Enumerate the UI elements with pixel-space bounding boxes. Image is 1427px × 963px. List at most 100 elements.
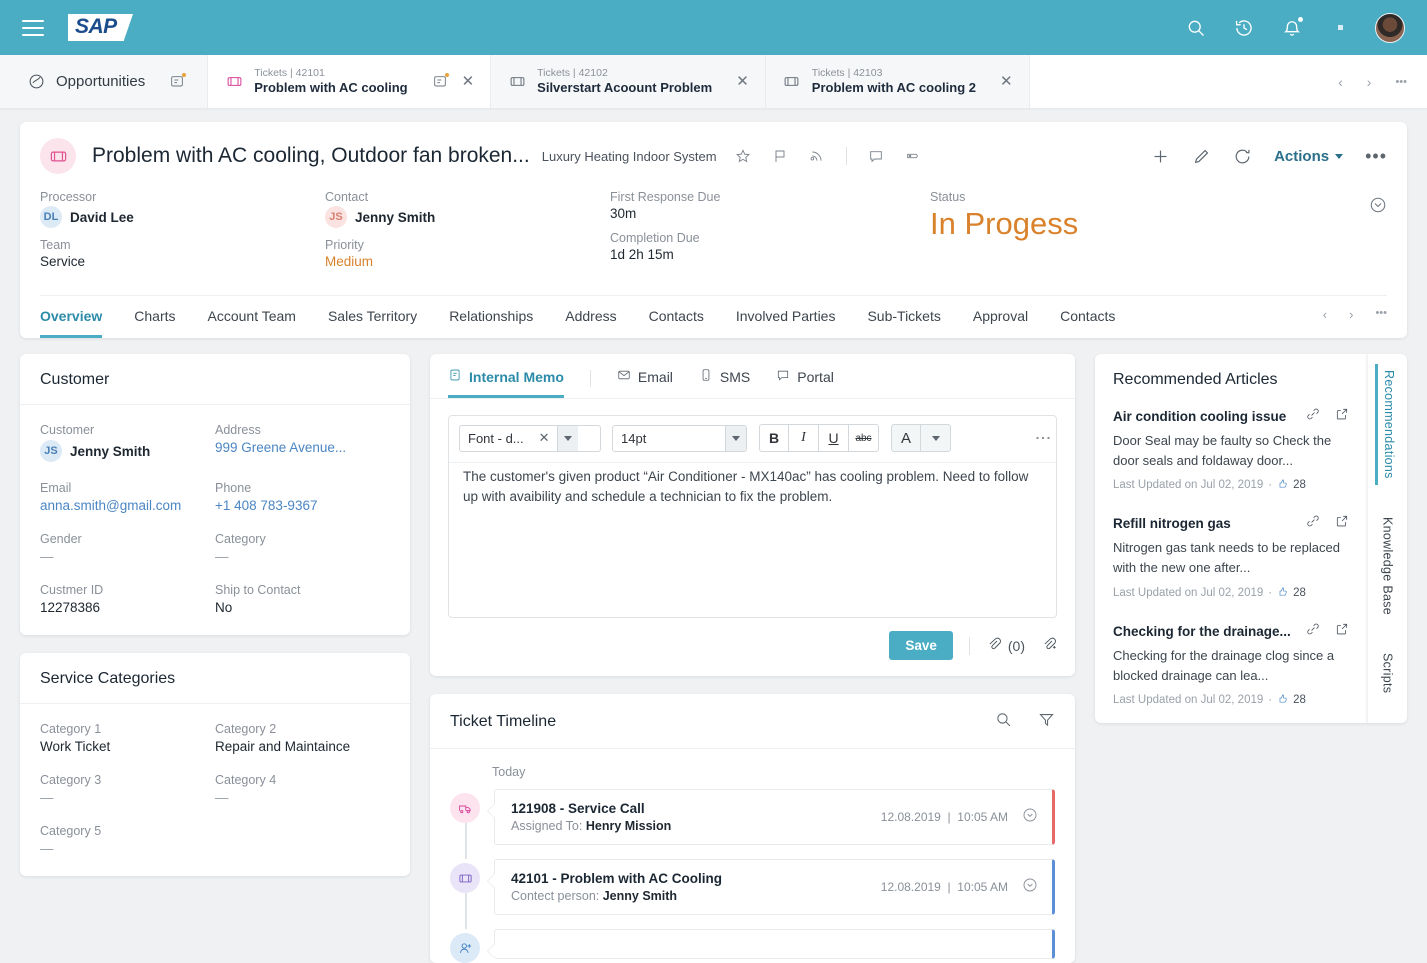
rail-tab-recommendations[interactable]: Recommendations (1375, 364, 1400, 485)
timeline-card-entry[interactable] (494, 929, 1055, 959)
edit-pencil-button[interactable] (1192, 147, 1211, 166)
rail-tab-scripts[interactable]: Scripts (1377, 647, 1399, 699)
timeline-connector (465, 823, 467, 859)
expand-chevron-icon[interactable] (1022, 877, 1038, 898)
tab-approval[interactable]: Approval (973, 296, 1028, 338)
tab-close-icon[interactable]: ✕ (462, 74, 475, 89)
tab-close-icon[interactable]: ✕ (1000, 74, 1013, 89)
clear-font-icon[interactable]: ✕ (532, 430, 557, 446)
menu-hamburger-icon[interactable] (22, 19, 44, 36)
app-top-bar: SAP (0, 0, 1427, 55)
tab-internal-memo[interactable]: Internal Memo (448, 368, 564, 398)
tab-address[interactable]: Address (565, 296, 616, 338)
tab-label: SMS (719, 368, 751, 385)
tabstrip-more-icon[interactable]: ••• (1395, 76, 1407, 88)
field-value[interactable]: anna.smith@gmail.com (40, 498, 215, 513)
search-icon[interactable] (1183, 15, 1209, 41)
open-external-icon[interactable] (1335, 514, 1349, 533)
field-value: — (40, 549, 54, 564)
tab-portal[interactable]: Portal (776, 368, 834, 398)
open-external-icon[interactable] (1335, 622, 1349, 641)
bold-button[interactable]: B (759, 424, 789, 452)
attachments-count[interactable]: (0) (986, 636, 1025, 655)
tab-note-icon[interactable] (169, 72, 187, 90)
save-button[interactable]: Save (889, 631, 953, 660)
tab-relationships[interactable]: Relationships (449, 296, 533, 338)
tabstrip-next-icon[interactable]: › (1367, 74, 1372, 90)
add-button[interactable] (1151, 147, 1170, 166)
font-family-value: Font - d... (468, 430, 524, 446)
tab-contacts[interactable]: Contacts (649, 296, 704, 338)
actions-menu-button[interactable]: Actions (1274, 148, 1344, 165)
text-color-button[interactable]: A (891, 424, 921, 452)
underline-button[interactable]: U (819, 424, 849, 452)
search-icon[interactable] (995, 711, 1012, 733)
tab-sub-tickets[interactable]: Sub-Tickets (867, 296, 940, 338)
tab-ticket-42102[interactable]: Tickets | 42102 Silverstart Acoount Prob… (491, 55, 766, 108)
rail-tab-knowledge-base[interactable]: Knowledge Base (1377, 511, 1399, 621)
link-icon[interactable] (1306, 407, 1320, 426)
timeline-title: 42101 - Problem with AC Cooling (511, 871, 723, 886)
tab-account-team[interactable]: Account Team (208, 296, 296, 338)
like-icon[interactable] (1277, 586, 1288, 600)
filter-icon[interactable] (1038, 711, 1055, 733)
collapse-header-icon[interactable] (1369, 196, 1387, 219)
tab-label: Opportunities (56, 73, 146, 90)
tab-sales-territory[interactable]: Sales Territory (328, 296, 417, 338)
chevron-down-icon[interactable] (725, 425, 746, 451)
history-icon[interactable] (1231, 15, 1257, 41)
nav-prev-icon[interactable]: ‹ (1323, 307, 1327, 322)
strikethrough-button[interactable]: abc (849, 424, 879, 452)
tab-note-icon[interactable] (432, 72, 449, 90)
tab-email[interactable]: Email (617, 368, 673, 398)
tabstrip-prev-icon[interactable]: ‹ (1338, 74, 1343, 90)
article-meta: Last Updated on Jul 02, 2019 · 28 (1113, 693, 1349, 707)
flag-icon[interactable] (772, 148, 788, 164)
editor-overflow-icon[interactable]: ⋮ (1034, 430, 1051, 447)
font-family-select[interactable]: Font - d... ✕ (459, 424, 601, 452)
refresh-button[interactable] (1233, 147, 1252, 166)
field-value[interactable]: 999 Greene Avenue... (215, 440, 390, 455)
bell-icon[interactable] (1279, 15, 1305, 41)
favorite-star-icon[interactable] (735, 148, 751, 164)
nav-next-icon[interactable]: › (1349, 307, 1353, 322)
header-more-icon[interactable]: ••• (1365, 146, 1387, 167)
field-category-2: Category 2 Repair and Maintaince (215, 722, 390, 754)
user-avatar[interactable] (1375, 12, 1405, 43)
timeline-card-entry[interactable]: 121908 - Service Call Assigned To: Henry… (494, 789, 1055, 845)
tab-ticket-42101[interactable]: Tickets | 42101 Problem with AC cooling … (208, 55, 492, 108)
article-item[interactable]: Refill nitrogen gas Nitrogen gas tank ne… (1095, 508, 1367, 615)
expand-chevron-icon[interactable] (1022, 807, 1038, 828)
italic-button[interactable]: I (789, 424, 819, 452)
article-item[interactable]: Checking for the drainage... Checking fo… (1095, 616, 1367, 723)
fact-column-processor: Processor DL David Lee Team Service (40, 190, 325, 279)
square-dot-icon[interactable] (1327, 15, 1353, 41)
field-value[interactable]: +1 408 783-9367 (215, 498, 390, 513)
link-icon[interactable] (1306, 622, 1320, 641)
chevron-down-icon[interactable] (556, 425, 578, 451)
add-attachment-button[interactable] (1041, 636, 1057, 655)
comment-icon[interactable] (868, 148, 884, 164)
memo-text-area[interactable]: The customer's given product “Air Condit… (449, 462, 1056, 617)
like-icon[interactable] (1277, 693, 1288, 707)
tab-involved-parties[interactable]: Involved Parties (736, 296, 836, 338)
recommended-articles-heading: Recommended Articles (1113, 371, 1278, 388)
article-item[interactable]: Air condition cooling issue Door Seal ma… (1095, 401, 1367, 508)
tab-charts[interactable]: Charts (134, 296, 175, 338)
font-size-select[interactable]: 14pt (612, 424, 747, 452)
tab-overview[interactable]: Overview (40, 296, 103, 338)
like-icon[interactable] (1277, 478, 1288, 492)
tab-close-icon[interactable]: ✕ (736, 74, 749, 89)
timeline-card-entry[interactable]: 42101 - Problem with AC Cooling Contect … (494, 859, 1055, 915)
tab-ticket-42103[interactable]: Tickets | 42103 Problem with AC cooling … (765, 55, 1030, 108)
tab-contacts-2[interactable]: Contacts (1060, 296, 1115, 338)
tab-sms[interactable]: SMS (699, 368, 750, 398)
nav-more-icon[interactable]: ••• (1375, 307, 1387, 322)
open-external-icon[interactable] (1335, 407, 1349, 426)
tag-icon[interactable] (905, 148, 921, 164)
rss-feed-icon[interactable] (809, 148, 825, 164)
text-color-chevron-icon[interactable] (921, 424, 951, 452)
tab-opportunities[interactable]: Opportunities (0, 55, 209, 108)
field-category-3: Category 3 — (40, 773, 215, 805)
link-icon[interactable] (1306, 514, 1320, 533)
